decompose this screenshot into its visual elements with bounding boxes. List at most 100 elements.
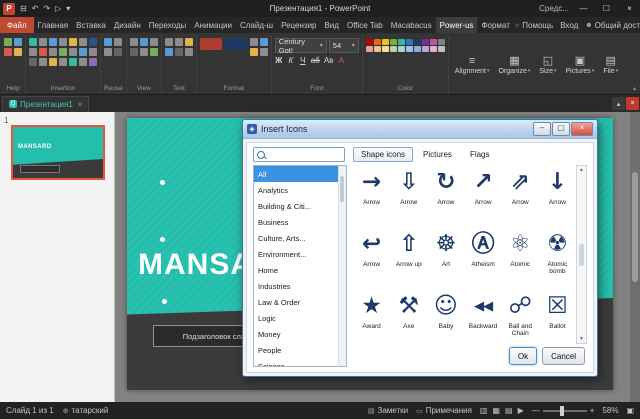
zoom-out-icon[interactable]: — bbox=[532, 406, 540, 415]
ribbon-icon[interactable] bbox=[250, 48, 258, 56]
tab-slideshow[interactable]: Слайд-ш bbox=[236, 17, 277, 33]
tab-home[interactable]: Главная bbox=[34, 17, 72, 33]
color-swatch[interactable] bbox=[422, 39, 429, 45]
minimize-button[interactable]: — bbox=[575, 4, 592, 13]
ribbon-icon[interactable] bbox=[69, 58, 77, 66]
zoom-slider[interactable] bbox=[543, 410, 587, 412]
tab-macabacus[interactable]: Macabacus bbox=[387, 17, 436, 33]
ribbon-icon[interactable] bbox=[4, 38, 12, 46]
ribbon-icon[interactable] bbox=[260, 48, 268, 56]
tab-review[interactable]: Рецензир bbox=[277, 17, 320, 33]
redo-icon[interactable]: ↷ bbox=[43, 4, 50, 13]
color-swatch[interactable] bbox=[366, 39, 373, 45]
ribbon-icon[interactable] bbox=[29, 48, 37, 56]
category-science[interactable]: Science bbox=[254, 358, 346, 367]
cancel-button[interactable]: Cancel bbox=[542, 347, 585, 365]
scroll-down-icon[interactable]: ▼ bbox=[579, 336, 584, 342]
bold-button[interactable]: Ж bbox=[275, 56, 283, 65]
color-swatch[interactable] bbox=[414, 39, 421, 45]
tab-design[interactable]: Дизайн bbox=[110, 17, 145, 33]
category-culture[interactable]: Culture, Arts... bbox=[254, 230, 346, 246]
color-swatch[interactable] bbox=[414, 46, 421, 52]
color-swatch[interactable] bbox=[438, 46, 445, 52]
font-color-button[interactable]: А bbox=[337, 56, 345, 65]
tab-animations[interactable]: Анимации bbox=[190, 17, 236, 33]
icon-cell[interactable]: ⒶAtheism bbox=[465, 227, 502, 289]
tab-view[interactable]: Вид bbox=[321, 17, 343, 33]
alignment-button[interactable]: ≡ Alignment▾ bbox=[452, 53, 493, 77]
format-red-icon[interactable] bbox=[200, 38, 222, 50]
color-swatch[interactable] bbox=[438, 39, 445, 45]
color-swatch[interactable] bbox=[430, 46, 437, 52]
format-navy-icon[interactable] bbox=[225, 38, 247, 50]
color-swatch[interactable] bbox=[382, 46, 389, 52]
icon-cell[interactable]: ☍Ball and Chain bbox=[502, 289, 539, 344]
ribbon-icon[interactable] bbox=[89, 48, 97, 56]
customize-qat-icon[interactable]: ▾ bbox=[66, 4, 70, 13]
category-building[interactable]: Building & Citi... bbox=[254, 198, 346, 214]
ribbon-icon[interactable] bbox=[150, 38, 158, 46]
color-swatch[interactable] bbox=[382, 39, 389, 45]
color-swatch[interactable] bbox=[406, 39, 413, 45]
ribbon-icon[interactable] bbox=[104, 48, 112, 56]
ribbon-icon[interactable] bbox=[49, 58, 57, 66]
ribbon-icon[interactable] bbox=[89, 58, 97, 66]
category-environment[interactable]: Environment... bbox=[254, 246, 346, 262]
dialog-maximize-button[interactable]: ▢ bbox=[552, 122, 570, 136]
icon-cell[interactable]: ⇩Arrow bbox=[390, 165, 427, 227]
underline-button[interactable]: Ч bbox=[299, 56, 307, 65]
font-size-combo[interactable]: 54 ▾ bbox=[329, 38, 359, 53]
category-money[interactable]: Money bbox=[254, 326, 346, 342]
collapse-ribbon-icon[interactable]: ▴ bbox=[633, 85, 639, 94]
ribbon-icon[interactable] bbox=[130, 48, 138, 56]
icon-cell[interactable]: ⚛Atomic bbox=[502, 227, 539, 289]
ribbon-icon[interactable] bbox=[39, 38, 47, 46]
icon-cell[interactable]: ⇧Arrow up bbox=[390, 227, 427, 289]
category-business[interactable]: Business bbox=[254, 214, 346, 230]
ribbon-icon[interactable] bbox=[59, 48, 67, 56]
tab-format[interactable]: Формат bbox=[477, 17, 513, 33]
ribbon-icon[interactable] bbox=[79, 48, 87, 56]
zoom-level[interactable]: 58% bbox=[602, 406, 618, 415]
zoom-in-icon[interactable]: + bbox=[590, 406, 595, 415]
ribbon-icon[interactable] bbox=[250, 38, 258, 46]
app-icon[interactable]: P bbox=[3, 3, 15, 15]
maximize-button[interactable]: ☐ bbox=[598, 4, 615, 13]
tab-pictures[interactable]: Pictures bbox=[415, 147, 460, 162]
ribbon-icon[interactable] bbox=[175, 48, 183, 56]
icon-cell[interactable]: ↓Arrow bbox=[539, 165, 576, 227]
dialog-minimize-button[interactable]: – bbox=[533, 122, 551, 136]
ribbon-icon[interactable] bbox=[29, 38, 37, 46]
tab-power-user[interactable]: Power-us bbox=[436, 17, 478, 33]
category-people[interactable]: People bbox=[254, 342, 346, 358]
icon-cell[interactable]: ⇗Arrow bbox=[502, 165, 539, 227]
icon-cell[interactable]: ◀◀Backward bbox=[465, 289, 502, 344]
color-swatch[interactable] bbox=[398, 39, 405, 45]
language-indicator[interactable]: ⊕ татарский bbox=[63, 406, 109, 415]
ribbon-icon[interactable] bbox=[49, 38, 57, 46]
notes-button[interactable]: ▤ Заметки bbox=[368, 406, 408, 415]
grid-scrollbar[interactable]: ▲ ▼ bbox=[576, 165, 587, 344]
pictures-button[interactable]: ▣ Pictures▾ bbox=[563, 53, 598, 77]
size-button[interactable]: ◱ Size▾ bbox=[536, 53, 559, 77]
ribbon-icon[interactable] bbox=[185, 38, 193, 46]
category-logic[interactable]: Logic bbox=[254, 310, 346, 326]
icon-search-box[interactable] bbox=[253, 147, 345, 162]
ribbon-icon[interactable] bbox=[59, 38, 67, 46]
color-swatch[interactable] bbox=[422, 46, 429, 52]
category-scrollbar[interactable] bbox=[338, 166, 346, 366]
close-button[interactable]: × bbox=[621, 4, 638, 13]
document-tab[interactable]: Q Презентация1 × bbox=[2, 96, 89, 112]
ribbon-icon[interactable] bbox=[14, 38, 22, 46]
ribbon-icon[interactable] bbox=[140, 38, 148, 46]
category-law-order[interactable]: Law & Order bbox=[254, 294, 346, 310]
icon-cell[interactable]: ☒Ballot bbox=[539, 289, 576, 344]
color-swatch[interactable] bbox=[390, 46, 397, 52]
sign-in-button[interactable]: Вход bbox=[560, 21, 578, 30]
ribbon-icon[interactable] bbox=[29, 58, 37, 66]
ribbon-icon[interactable] bbox=[49, 48, 57, 56]
scrollbar-thumb[interactable] bbox=[579, 244, 584, 266]
icon-cell[interactable]: →Arrow bbox=[353, 165, 390, 227]
ribbon-icon[interactable] bbox=[150, 48, 158, 56]
ribbon-icon[interactable] bbox=[89, 38, 97, 46]
